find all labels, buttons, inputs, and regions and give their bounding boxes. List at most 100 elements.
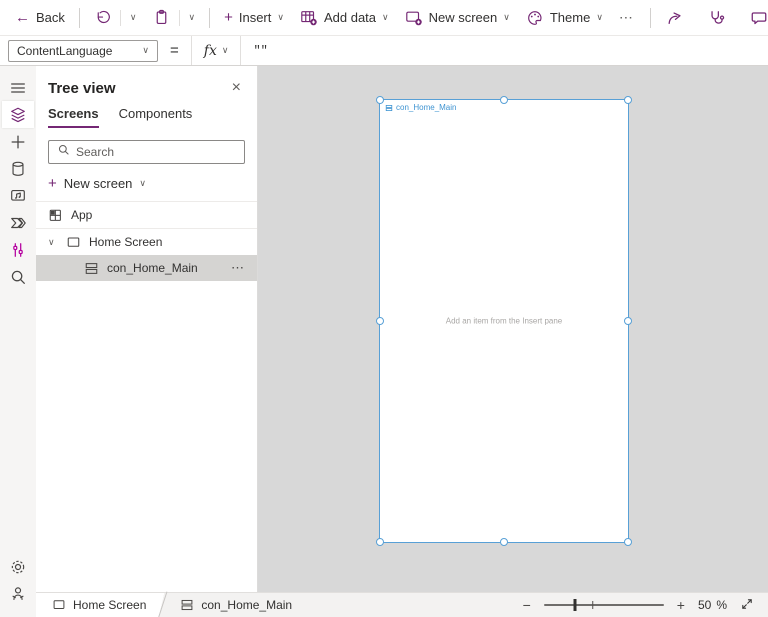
tree-row-con-home-main[interactable]: con_Home_Main ⋯ [36, 255, 257, 281]
resize-handle[interactable] [500, 538, 508, 546]
zoom-controls: − + 50 % [523, 597, 768, 614]
formula-bar: ContentLanguage ∨ = fx ∨ "" [0, 36, 768, 66]
property-dropdown[interactable]: ContentLanguage ∨ [8, 39, 158, 62]
data-sources-icon[interactable] [2, 155, 34, 182]
tab-screens[interactable]: Screens [48, 106, 99, 128]
selection-label: con_Home_Main [385, 103, 456, 112]
chevron-down-icon: ∨ [129, 12, 137, 22]
resize-handle[interactable] [376, 317, 384, 325]
chevron-down-icon: ∨ [596, 12, 603, 22]
app-icon [48, 208, 63, 223]
resize-handle[interactable] [624, 317, 632, 325]
status-bar: Home Screen con_Home_Main − + 50 % [36, 592, 768, 617]
panel-title: Tree view [48, 79, 116, 97]
add-data-button[interactable]: Add data ∨ [293, 5, 396, 31]
resize-handle[interactable] [376, 96, 384, 104]
clipboard-dropdown[interactable]: ∨ [182, 9, 203, 26]
stethoscope-icon [708, 9, 726, 27]
container-icon [180, 598, 194, 612]
app-checker-button[interactable] [700, 5, 734, 31]
back-button[interactable]: ← Back [8, 6, 72, 29]
breadcrumb-separator [156, 593, 171, 617]
power-automate-icon[interactable] [2, 209, 34, 236]
new-screen-command[interactable]: + New screen ∨ [36, 172, 257, 201]
search-icon[interactable] [2, 263, 34, 290]
separator [649, 7, 651, 28]
zoom-in-button[interactable]: + [677, 598, 685, 612]
tree-row-label: App [71, 208, 93, 222]
insert-plus-icon[interactable] [2, 128, 34, 155]
breadcrumb-con-home-main[interactable]: con_Home_Main [170, 593, 302, 617]
tab-components[interactable]: Components [119, 106, 193, 128]
zoom-out-button[interactable]: − [523, 598, 531, 612]
zoom-slider-tick [592, 601, 594, 609]
variables-icon[interactable] [2, 236, 34, 263]
resize-handle[interactable] [376, 538, 384, 546]
row-more-icon[interactable]: ⋯ [231, 260, 245, 276]
comments-button[interactable] [742, 5, 768, 31]
app-screen-container[interactable]: con_Home_Main Add an item from the Inser… [376, 96, 632, 546]
undo-button[interactable] [87, 5, 118, 30]
undo-dropdown[interactable]: ∨ [123, 9, 144, 26]
fit-to-screen-icon[interactable] [740, 597, 754, 614]
tree-row-home-screen[interactable]: ∨ Home Screen [36, 229, 257, 255]
design-canvas[interactable]: con_Home_Main Add an item from the Inser… [258, 66, 768, 592]
tree-view-panel: Tree view × Screens Components + [36, 66, 258, 592]
separator [178, 9, 180, 26]
theme-button[interactable]: Theme ∨ [519, 5, 610, 31]
separator [78, 7, 80, 28]
separator [119, 9, 121, 26]
zoom-slider-handle[interactable] [573, 599, 577, 611]
undo-icon [94, 9, 111, 26]
share-button[interactable] [658, 5, 692, 31]
power-apps-studio: ← Back ∨ ∨ + Insert ∨ Add data ∨ New scr… [0, 0, 768, 617]
chevron-down-icon: ∨ [188, 12, 196, 22]
media-icon[interactable] [2, 182, 34, 209]
theme-label: Theme [549, 10, 591, 25]
container-icon [84, 261, 99, 276]
add-data-label: Add data [323, 10, 377, 25]
selection-label-text: con_Home_Main [396, 103, 457, 112]
ellipsis-icon: ⋯ [618, 9, 634, 25]
tree-view-icon[interactable] [2, 101, 34, 128]
formula-input[interactable]: "" [253, 44, 267, 58]
clipboard-button[interactable] [146, 5, 177, 30]
chevron-down-icon: ∨ [503, 12, 510, 22]
chevron-down-icon: ∨ [277, 12, 284, 22]
person-icon[interactable] [2, 580, 34, 607]
more-commands-button[interactable]: ⋯ [612, 5, 641, 30]
close-icon[interactable]: × [228, 78, 245, 98]
resize-handle[interactable] [624, 538, 632, 546]
new-screen-icon [405, 9, 423, 27]
chevron-down-icon[interactable]: ∨ [48, 237, 58, 248]
search-icon [57, 143, 70, 161]
plus-icon: + [224, 9, 233, 26]
search-input[interactable] [76, 145, 236, 159]
settings-gear-icon[interactable] [2, 553, 34, 580]
resize-handle[interactable] [624, 96, 632, 104]
new-screen-button[interactable]: New screen ∨ [398, 5, 517, 31]
zoom-slider[interactable] [543, 599, 664, 611]
zoom-value: 50 [697, 598, 712, 612]
separator [209, 7, 211, 28]
fx-dropdown[interactable]: fx ∨ [190, 36, 242, 65]
breadcrumb-home-screen[interactable]: Home Screen [36, 593, 157, 617]
new-screen-command-label: New screen [63, 176, 133, 191]
tree-tabs: Screens Components [36, 106, 257, 128]
insert-button[interactable]: + Insert ∨ [217, 6, 291, 29]
equals-sign: = [170, 42, 179, 59]
hamburger-menu-icon[interactable] [2, 74, 34, 101]
tree-row-app[interactable]: App [36, 202, 257, 228]
property-name: ContentLanguage [17, 43, 113, 58]
chevron-down-icon: ∨ [139, 178, 146, 188]
percent-sign: % [716, 598, 727, 612]
new-screen-label: New screen [428, 10, 498, 25]
screen-icon [52, 598, 66, 612]
add-data-icon [300, 9, 318, 27]
tree-row-label: Home Screen [89, 235, 163, 249]
search-box[interactable] [48, 140, 245, 164]
tree-row-label: con_Home_Main [107, 261, 198, 275]
left-rail [0, 66, 36, 617]
back-label: Back [36, 10, 65, 25]
resize-handle[interactable] [500, 96, 508, 104]
